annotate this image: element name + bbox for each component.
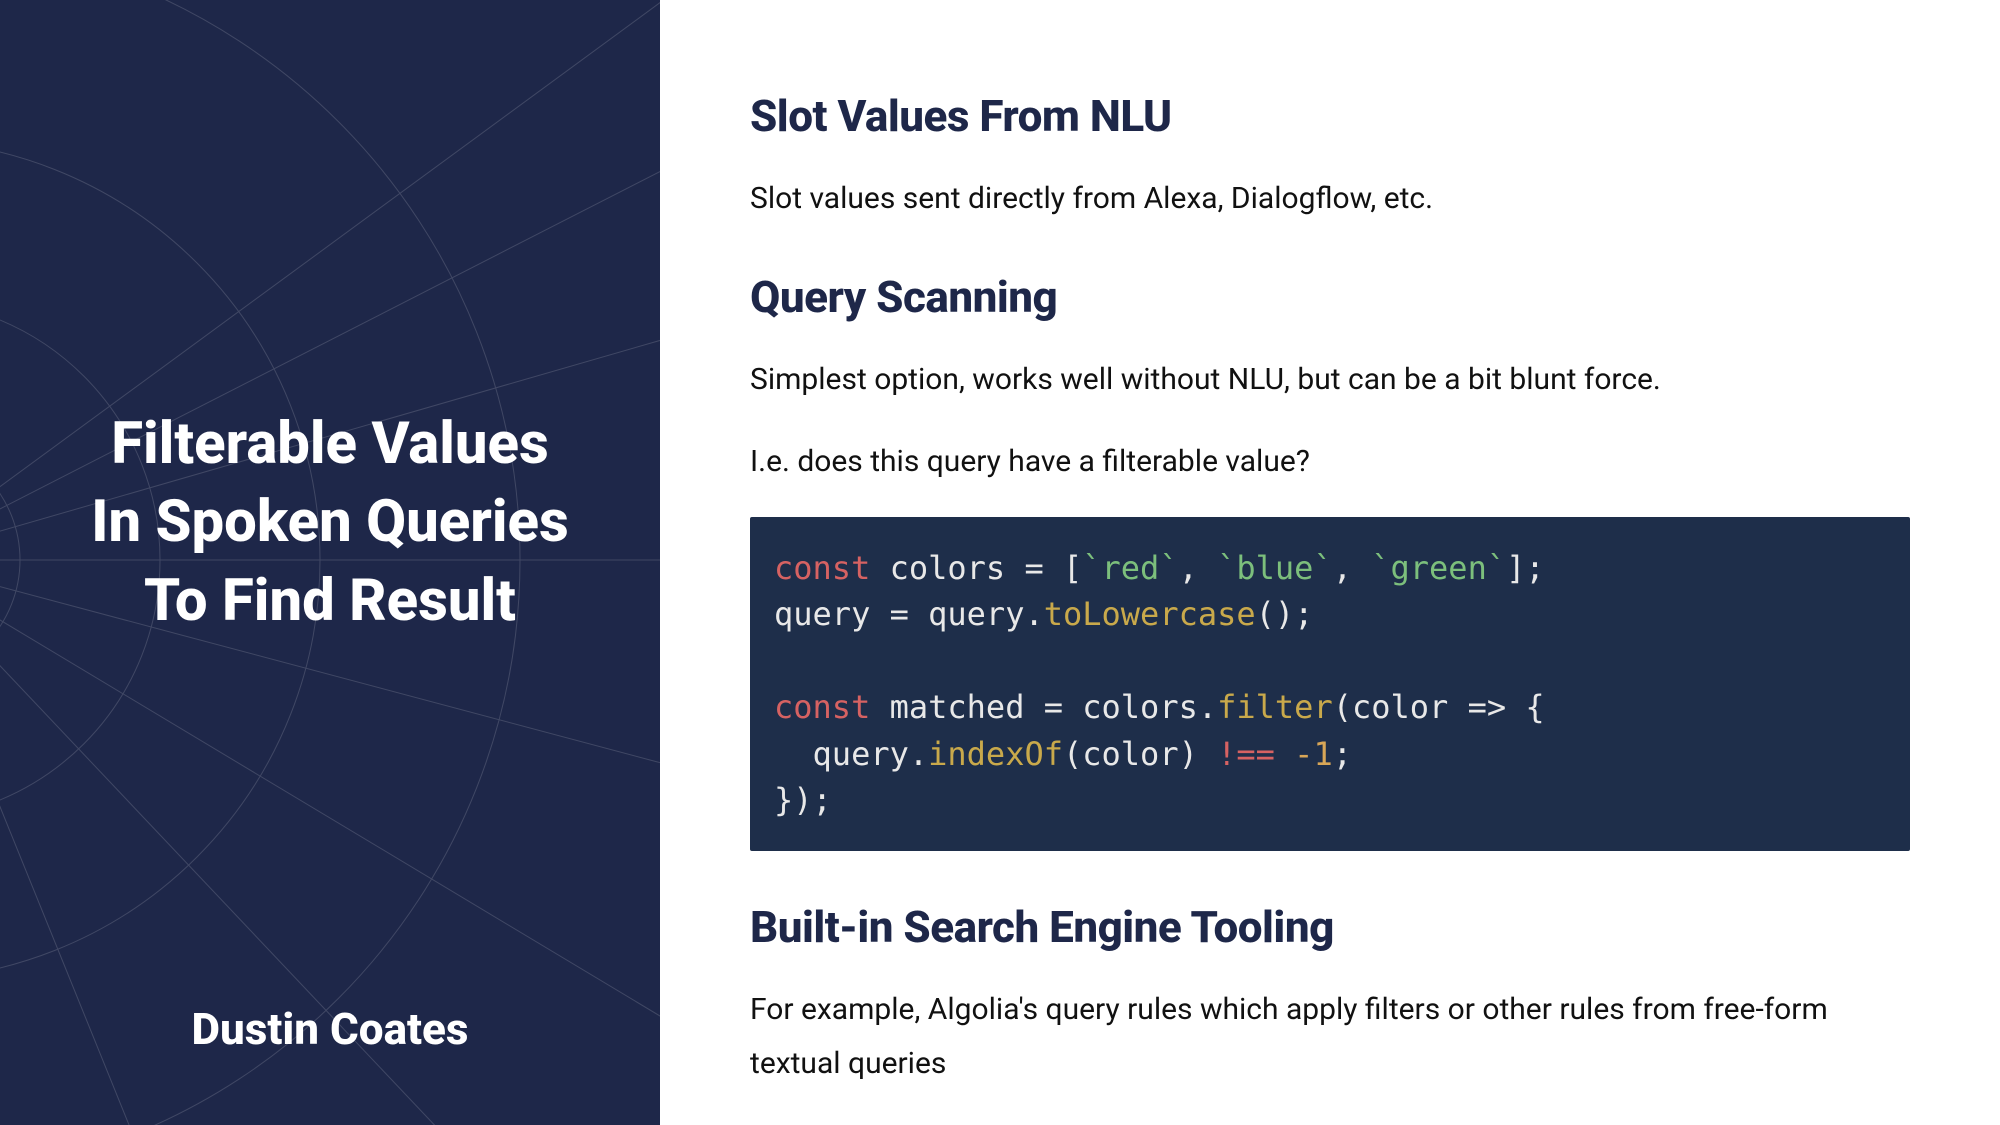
code-operator: !== xyxy=(1217,735,1275,773)
code-text: query. xyxy=(774,735,928,773)
heading-query-scanning: Query Scanning xyxy=(750,271,1910,323)
code-text: ]; xyxy=(1506,549,1545,587)
paragraph-slot-values: Slot values sent directly from Alexa, Di… xyxy=(750,172,1910,226)
code-text: , xyxy=(1333,549,1372,587)
paragraph-query-scanning-2: I.e. does this query have a filterable v… xyxy=(750,435,1910,489)
code-snippet: const colors = [`red`, `blue`, `green`];… xyxy=(750,517,1910,851)
code-text: matched = colors. xyxy=(870,688,1217,726)
code-string: `red` xyxy=(1082,549,1178,587)
code-number: -1 xyxy=(1294,735,1333,773)
code-text: , xyxy=(1179,549,1218,587)
code-keyword: const xyxy=(774,549,870,587)
code-string: `green` xyxy=(1371,549,1506,587)
code-text: ; xyxy=(1333,735,1352,773)
code-text: colors = [ xyxy=(870,549,1082,587)
sidebar-panel: Filterable Values In Spoken Queries To F… xyxy=(0,0,660,1125)
paragraph-query-scanning-1: Simplest option, works well without NLU,… xyxy=(750,353,1910,407)
code-text: (color => { xyxy=(1333,688,1545,726)
code-text: }); xyxy=(774,781,832,819)
slide-title: Filterable Values In Spoken Queries To F… xyxy=(51,405,609,640)
title-line-3: To Find Result xyxy=(91,562,569,640)
title-line-2: In Spoken Queries xyxy=(91,483,569,561)
code-text: query = query. xyxy=(774,595,1044,633)
main-content: Slot Values From NLU Slot values sent di… xyxy=(660,0,2000,1125)
code-function: toLowercase xyxy=(1044,595,1256,633)
paragraph-search-tooling: For example, Algolia's query rules which… xyxy=(750,983,1910,1091)
code-text xyxy=(1275,735,1294,773)
heading-search-tooling: Built-in Search Engine Tooling xyxy=(750,901,1910,953)
author-name: Dustin Coates xyxy=(0,1003,660,1055)
code-function: filter xyxy=(1217,688,1333,726)
code-keyword: const xyxy=(774,688,870,726)
code-string: `blue` xyxy=(1217,549,1333,587)
title-line-1: Filterable Values xyxy=(91,405,569,483)
code-text: (); xyxy=(1256,595,1314,633)
code-function: indexOf xyxy=(928,735,1063,773)
heading-slot-values: Slot Values From NLU xyxy=(750,90,1910,142)
code-text: (color) xyxy=(1063,735,1217,773)
